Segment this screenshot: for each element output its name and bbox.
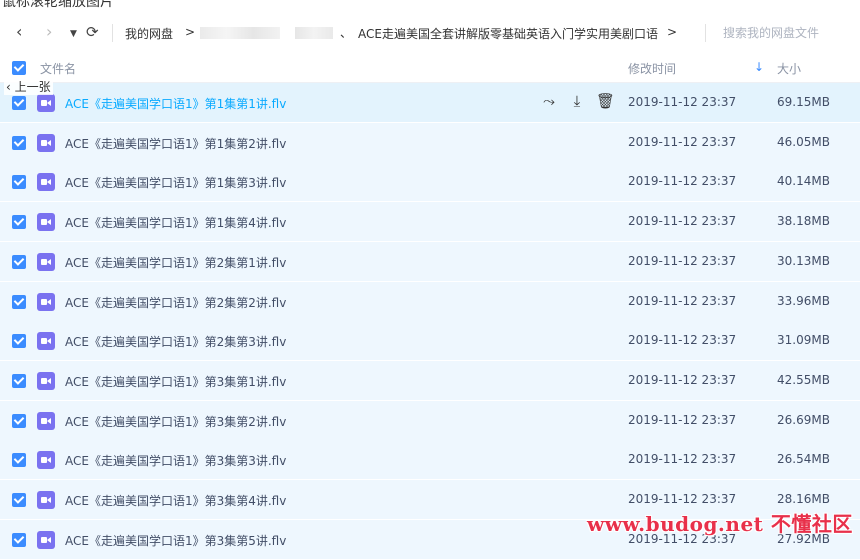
chevron-right-icon[interactable]: › [46,24,52,40]
file-date: 2019-11-12 23:37 [628,214,737,229]
sort-arrow-icon[interactable]: ↓ [754,60,764,74]
row-checkbox[interactable] [12,373,26,388]
file-row[interactable]: ACE《走遍美国学口语1》第1集第3讲.flv 2019-11-12 23:37 4… [0,162,860,203]
column-size-header[interactable]: 大小 [777,60,801,77]
file-row[interactable]: ACE《走遍美国学口语1》第2集第2讲.flv 2019-11-12 23:37 3… [0,281,860,322]
video-file-icon [37,451,55,470]
video-file-icon [37,332,55,351]
file-name[interactable]: ACE《走遍美国学口语1》第2集第2讲.flv [65,294,286,311]
breadcrumb-separator: > [185,25,196,39]
window-title: 鼠标滚轮缩放图片 [2,0,114,10]
watermark: www.budog.net 不懂社区 [587,512,853,536]
file-date: 2019-11-12 23:37 [628,372,737,387]
file-name[interactable]: ACE《走遍美国学口语1》第3集第2讲.flv [65,413,286,430]
file-size: 28.16MB [777,492,830,506]
video-file-icon [37,530,55,549]
file-name[interactable]: ACE《走遍美国学口语1》第2集第3讲.flv [65,333,286,350]
file-row[interactable]: ACE《走遍美国学口语1》第1集第2讲.flv 2019-11-12 23:37 4… [0,122,860,163]
row-checkbox[interactable] [12,532,26,547]
navigation-bar: ‹ › ▼ ⟳ 我的网盘 > 、 ACE走遍美国全套讲解版零基础英语入门学实用美… [0,14,860,51]
previous-label: 上一张 [14,80,51,94]
file-size: 40.14MB [777,174,830,189]
file-size: 26.54MB [777,452,830,467]
file-name[interactable]: ACE《走遍美国学口语1》第1集第2讲.flv [65,135,286,152]
video-file-icon [37,213,55,232]
caret-down-icon[interactable]: ▼ [70,26,77,42]
refresh-icon[interactable]: ⟳ [86,24,99,40]
file-date: 2019-11-12 23:37 [628,452,737,467]
file-name[interactable]: ACE《走遍美国学口语1》第1集第4讲.flv [65,214,286,231]
download-icon[interactable]: ⤓ [568,92,586,110]
video-file-icon [37,371,55,390]
file-name[interactable]: ACE《走遍美国学口语1》第3集第4讲.flv [65,492,286,509]
file-size: 30.13MB [777,253,830,268]
file-date: 2019-11-12 23:37 [628,412,737,427]
file-date: 2019-11-12 23:37 [628,174,737,189]
divider [705,24,706,42]
row-checkbox[interactable] [12,413,26,428]
file-size: 42.55MB [777,372,830,387]
file-name[interactable]: ACE《走遍美国学口语1》第3集第1讲.flv [65,373,286,390]
file-size: 38.18MB [777,214,830,229]
chevron-left-icon[interactable]: ‹ [16,24,22,40]
file-row[interactable]: ACE《走遍美国学口语1》第1集第4讲.flv 2019-11-12 23:37 3… [0,202,860,243]
row-actions: ⤳ ⤓ 🗑 [540,92,615,110]
file-name[interactable]: ACE《走遍美国学口语1》第3集第3讲.flv [65,452,286,469]
file-name[interactable]: ACE《走遍美国学口语1》第1集第3讲.flv [65,174,286,191]
file-size: 46.05MB [777,134,830,149]
video-file-icon [37,411,55,430]
video-file-icon [37,292,55,311]
file-date: 2019-11-12 23:37 [628,333,737,348]
file-name[interactable]: ACE《走遍美国学口语1》第1集第1讲.flv [65,95,286,112]
file-list-header: 文件名 修改时间 ↓ 大小 [0,52,860,83]
file-size: 69.15MB [777,95,830,109]
file-row[interactable]: ACE《走遍美国学口语1》第1集第1讲.flv 2019-11-12 23:37 6… [0,83,860,123]
video-file-icon [37,133,55,152]
row-checkbox[interactable] [12,294,26,309]
blurred-breadcrumb [200,27,280,39]
file-name[interactable]: ACE《走遍美国学口语1》第2集第1讲.flv [65,254,286,271]
video-file-icon [37,94,55,112]
delete-icon[interactable]: 🗑 [596,92,615,110]
row-checkbox[interactable] [12,254,26,269]
row-checkbox[interactable] [12,135,26,150]
window-title-bar: 鼠标滚轮缩放图片 [0,0,860,10]
file-date: 2019-11-12 23:37 [628,492,737,506]
row-checkbox[interactable] [12,175,26,190]
file-name[interactable]: ACE《走遍美国学口语1》第3集第5讲.flv [65,532,286,549]
previous-image-button[interactable]: ‹ 上一张 [4,78,53,95]
file-size: 26.69MB [777,412,830,427]
file-size: 33.96MB [777,293,830,308]
row-checkbox[interactable] [12,96,26,110]
select-all-checkbox[interactable] [12,61,26,75]
file-row[interactable]: ACE《走遍美国学口语1》第3集第2讲.flv 2019-11-12 23:37 2… [0,400,860,441]
file-size: 31.09MB [777,333,830,348]
file-date: 2019-11-12 23:37 [628,253,737,268]
column-date-header[interactable]: 修改时间 [628,60,676,77]
breadcrumb-root[interactable]: 我的网盘 [125,25,173,42]
row-checkbox[interactable] [12,334,26,349]
breadcrumb-separator: 、 [340,26,353,40]
video-file-icon [37,252,55,271]
divider [112,24,113,42]
file-row[interactable]: ACE《走遍美国学口语1》第3集第1讲.flv 2019-11-12 23:37 4… [0,360,860,401]
blurred-breadcrumb [295,27,333,39]
file-row[interactable]: ACE《走遍美国学口语1》第2集第1讲.flv 2019-11-12 23:37 3… [0,241,860,282]
column-name-header[interactable]: 文件名 [40,60,76,77]
row-checkbox[interactable] [12,215,26,230]
chevron-left-icon: ‹ [6,80,15,94]
row-checkbox[interactable] [12,493,26,507]
file-date: 2019-11-12 23:37 [628,95,737,109]
file-row[interactable]: ACE《走遍美国学口语1》第2集第3讲.flv 2019-11-12 23:37 3… [0,321,860,362]
file-row[interactable]: ACE《走遍美国学口语1》第3集第3讲.flv 2019-11-12 23:37 2… [0,440,860,481]
video-file-icon [37,173,55,192]
share-icon[interactable]: ⤳ [540,92,558,110]
file-date: 2019-11-12 23:37 [628,134,737,149]
breadcrumb-separator: > [667,25,678,39]
video-file-icon [37,491,55,509]
search-input[interactable]: 搜索我的网盘文件 [723,24,819,41]
file-date: 2019-11-12 23:37 [628,293,737,308]
row-checkbox[interactable] [12,453,26,468]
breadcrumb-current-folder[interactable]: ACE走遍美国全套讲解版零基础英语入门学实用美剧口语 [358,25,658,42]
